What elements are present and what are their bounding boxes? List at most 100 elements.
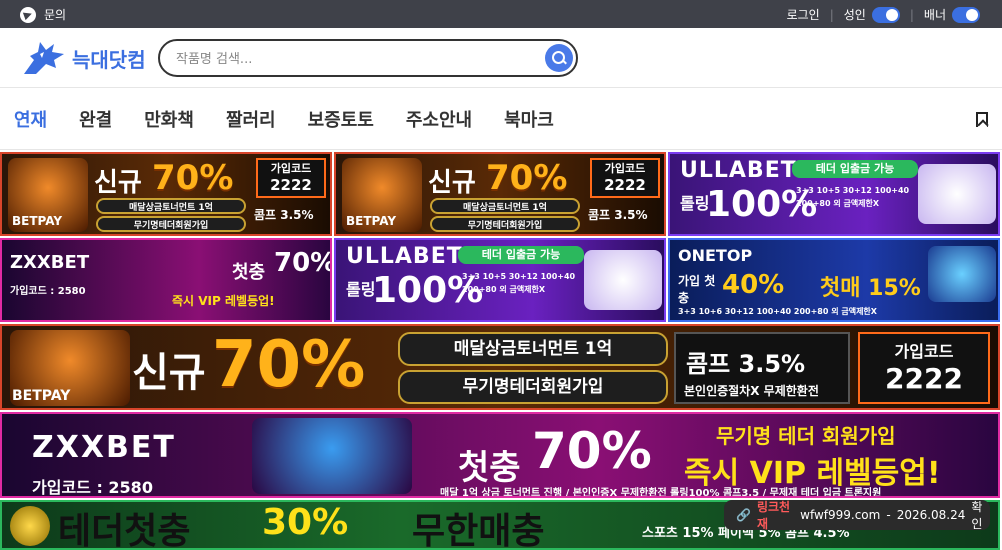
promo-line: 3+3 10+6 30+12 100+40 200+80 외 금액제한X xyxy=(678,307,877,316)
cat-mascot-icon xyxy=(928,246,996,302)
code-value: 2222 xyxy=(885,362,963,395)
comp-label: 콤프 3.5% xyxy=(588,208,648,222)
chip-check: 확인 xyxy=(971,500,983,531)
site-logo[interactable]: 늑대닷컴 xyxy=(20,38,146,78)
vip-line: 즉시 VIP 레벨등업! xyxy=(172,294,275,308)
banner-ullabet[interactable]: ULLABET 테더 입출금 가능 롤링 100% 3+3 10+5 30+12… xyxy=(668,152,1000,236)
brand-label: BETPAY xyxy=(346,214,397,228)
tether-tag: 테더 입출금 가능 xyxy=(792,160,918,178)
tab-guaranteed-toto[interactable]: 보증토토 xyxy=(308,106,374,132)
search-icon[interactable] xyxy=(545,44,573,72)
tether-tag: 테더 입출금 가능 xyxy=(458,246,584,264)
tether-percent: 30% xyxy=(262,502,349,543)
promo-line-1: 매달상금토너먼트 1억 xyxy=(96,198,246,214)
code-line: 가입코드 : 2580 xyxy=(32,478,153,497)
adult-toggle[interactable] xyxy=(871,6,900,23)
rabbit-mascot-icon xyxy=(918,164,996,224)
tab-address-guide[interactable]: 주소안내 xyxy=(406,106,472,132)
promo-line-2: 200+80 외 금액제한X xyxy=(796,199,880,208)
banner-betpay-2[interactable]: BETPAY 신규 70% 가입코드 2222 매달상금토너먼트 1억 무기명테… xyxy=(334,152,666,236)
telegram-icon xyxy=(20,6,36,23)
tab-bookmarks[interactable]: 북마크 xyxy=(504,106,554,132)
adult-toggle-group: 성인 xyxy=(844,6,900,23)
coin-icon xyxy=(10,506,50,546)
percent: 70% xyxy=(486,158,568,198)
code-label: 가입코드 xyxy=(894,342,954,361)
login-link[interactable]: 로그인 xyxy=(787,6,820,23)
code-label: 가입코드 xyxy=(270,162,312,175)
code-box: 가입코드 2222 xyxy=(256,158,326,198)
tab-serial[interactable]: 연재 xyxy=(14,106,47,132)
promo-line-2: 무기명테더회원가입 xyxy=(96,216,246,232)
code-value: 2222 xyxy=(270,176,312,194)
main-nav: 연재 완결 만화책 짤러리 보증토토 주소안내 북마크 xyxy=(0,88,1002,150)
tether-first: 테더첫충 xyxy=(58,511,191,550)
promo-line-1: 매달상금토너먼트 1억 xyxy=(430,198,580,214)
banner-toggle[interactable] xyxy=(952,6,980,23)
tab-comics[interactable]: 만화책 xyxy=(144,106,194,132)
headline: 신규 xyxy=(132,350,206,396)
banner-toggle-label: 배너 xyxy=(923,8,946,22)
link-genius-chip[interactable]: 🔗 링크천재 wfwf999.com - 2026.08.24 확인 xyxy=(724,500,990,531)
banner-betpay-wide[interactable]: BETPAY 신규 70% 매달상금토너먼트 1억 무기명테더회원가입 콤프 3… xyxy=(0,324,1000,410)
brand-label: ONETOP xyxy=(678,246,753,265)
promo-line: 3+3 10+5 30+12 100+40 xyxy=(796,186,910,195)
link-icon: 🔗 xyxy=(736,508,751,522)
tab-gallery[interactable]: 짤러리 xyxy=(226,106,276,132)
banner-zxxbet-wide[interactable]: ZXXBET 가입코드 : 2580 첫충 70% 무기명 테더 회원가입 즉시… xyxy=(0,412,1000,498)
rabbit-mascot-icon xyxy=(584,250,662,310)
code-box: 가입코드 2222 xyxy=(590,158,660,198)
percent: 70% xyxy=(274,248,332,278)
chip-label: 링크천재 xyxy=(756,500,791,531)
comp-box: 콤프 3.5% 본인인증절차X 무제한환전 xyxy=(674,332,850,404)
brand-label: ULLABET xyxy=(680,158,797,183)
comp-sub: 본인인증절차X 무제한환전 xyxy=(684,384,819,398)
banner-zxxbet[interactable]: ZXXBET 가입코드 : 2580 첫충 70% 즉시 VIP 레벨등업! xyxy=(0,238,332,322)
comp-label: 콤프 3.5% xyxy=(254,208,314,222)
second-line: 첫매 15% xyxy=(820,276,921,301)
search-input[interactable] xyxy=(176,49,536,69)
percent: 40% xyxy=(722,270,785,300)
character-art-icon xyxy=(252,418,412,494)
promo-line-2: 무기명테더회원가입 xyxy=(430,216,580,232)
bookmark-icon[interactable] xyxy=(976,112,988,127)
tab-completed[interactable]: 완결 xyxy=(79,106,112,132)
chip-domain: wfwf999.com xyxy=(800,508,881,522)
site-header: 늑대닷컴 xyxy=(0,28,1002,88)
logo-text: 늑대닷컴 xyxy=(72,47,146,72)
code-value: 2222 xyxy=(604,176,646,194)
promo-line: 3+3 10+5 30+12 100+40 xyxy=(462,272,576,281)
percent: 70% xyxy=(152,158,234,198)
wolf-logo-icon xyxy=(24,42,64,74)
brand-label: ZXXBET xyxy=(32,430,176,465)
first-deposit: 첫충 xyxy=(232,262,266,283)
banner-onetop[interactable]: ONETOP 가입 첫충 40% 첫매 15% 3+3 10+6 30+12 1… xyxy=(668,238,1000,322)
top-bar: 문의 로그인 | 성인 | 배너 xyxy=(0,0,1002,28)
comp-label: 콤프 3.5% xyxy=(686,350,806,378)
footer-line: 매달 1억 상금 토너먼트 진행 / 본인인증X 무제한환전 롤링100% 콤프… xyxy=(440,488,882,498)
banner-toggle-group: 배너 xyxy=(924,6,980,23)
headline: 신규 xyxy=(428,168,476,198)
code-label: 가입코드 xyxy=(604,162,646,175)
brand-label: ZXXBET xyxy=(10,252,90,273)
promo-line-2: 200+80 외 금액제한X xyxy=(462,285,546,294)
chip-date: 2026.08.24 xyxy=(896,508,966,522)
chip-separator: - xyxy=(886,508,891,522)
first-line: 가입 첫충 xyxy=(678,274,716,305)
adult-toggle-label: 성인 xyxy=(843,8,866,22)
inquiry-label: 문의 xyxy=(44,8,67,22)
banner-ullabet-2[interactable]: ULLABET 테더 입출금 가능 롤링 100% 3+3 10+5 30+12… xyxy=(334,238,666,322)
divider: | xyxy=(909,7,914,22)
code-box: 가입코드 2222 xyxy=(858,332,990,404)
banner-betpay[interactable]: BETPAY 신규 70% 가입코드 2222 매달상금토너먼트 1억 무기명테… xyxy=(0,152,332,236)
search-bar xyxy=(158,39,578,77)
brand-label: ULLABET xyxy=(346,244,463,269)
first-deposit: 첫충 xyxy=(458,448,521,488)
code-line: 가입코드 : 2580 xyxy=(10,286,86,297)
divider: | xyxy=(829,7,834,22)
headline: 신규 xyxy=(94,168,142,198)
brand-label: BETPAY xyxy=(12,214,63,228)
inquiry-link[interactable]: 문의 xyxy=(20,6,66,23)
unlimited-recharge: 무한매충 xyxy=(412,511,545,550)
anon-line: 무기명 테더 회원가입 xyxy=(716,424,896,448)
